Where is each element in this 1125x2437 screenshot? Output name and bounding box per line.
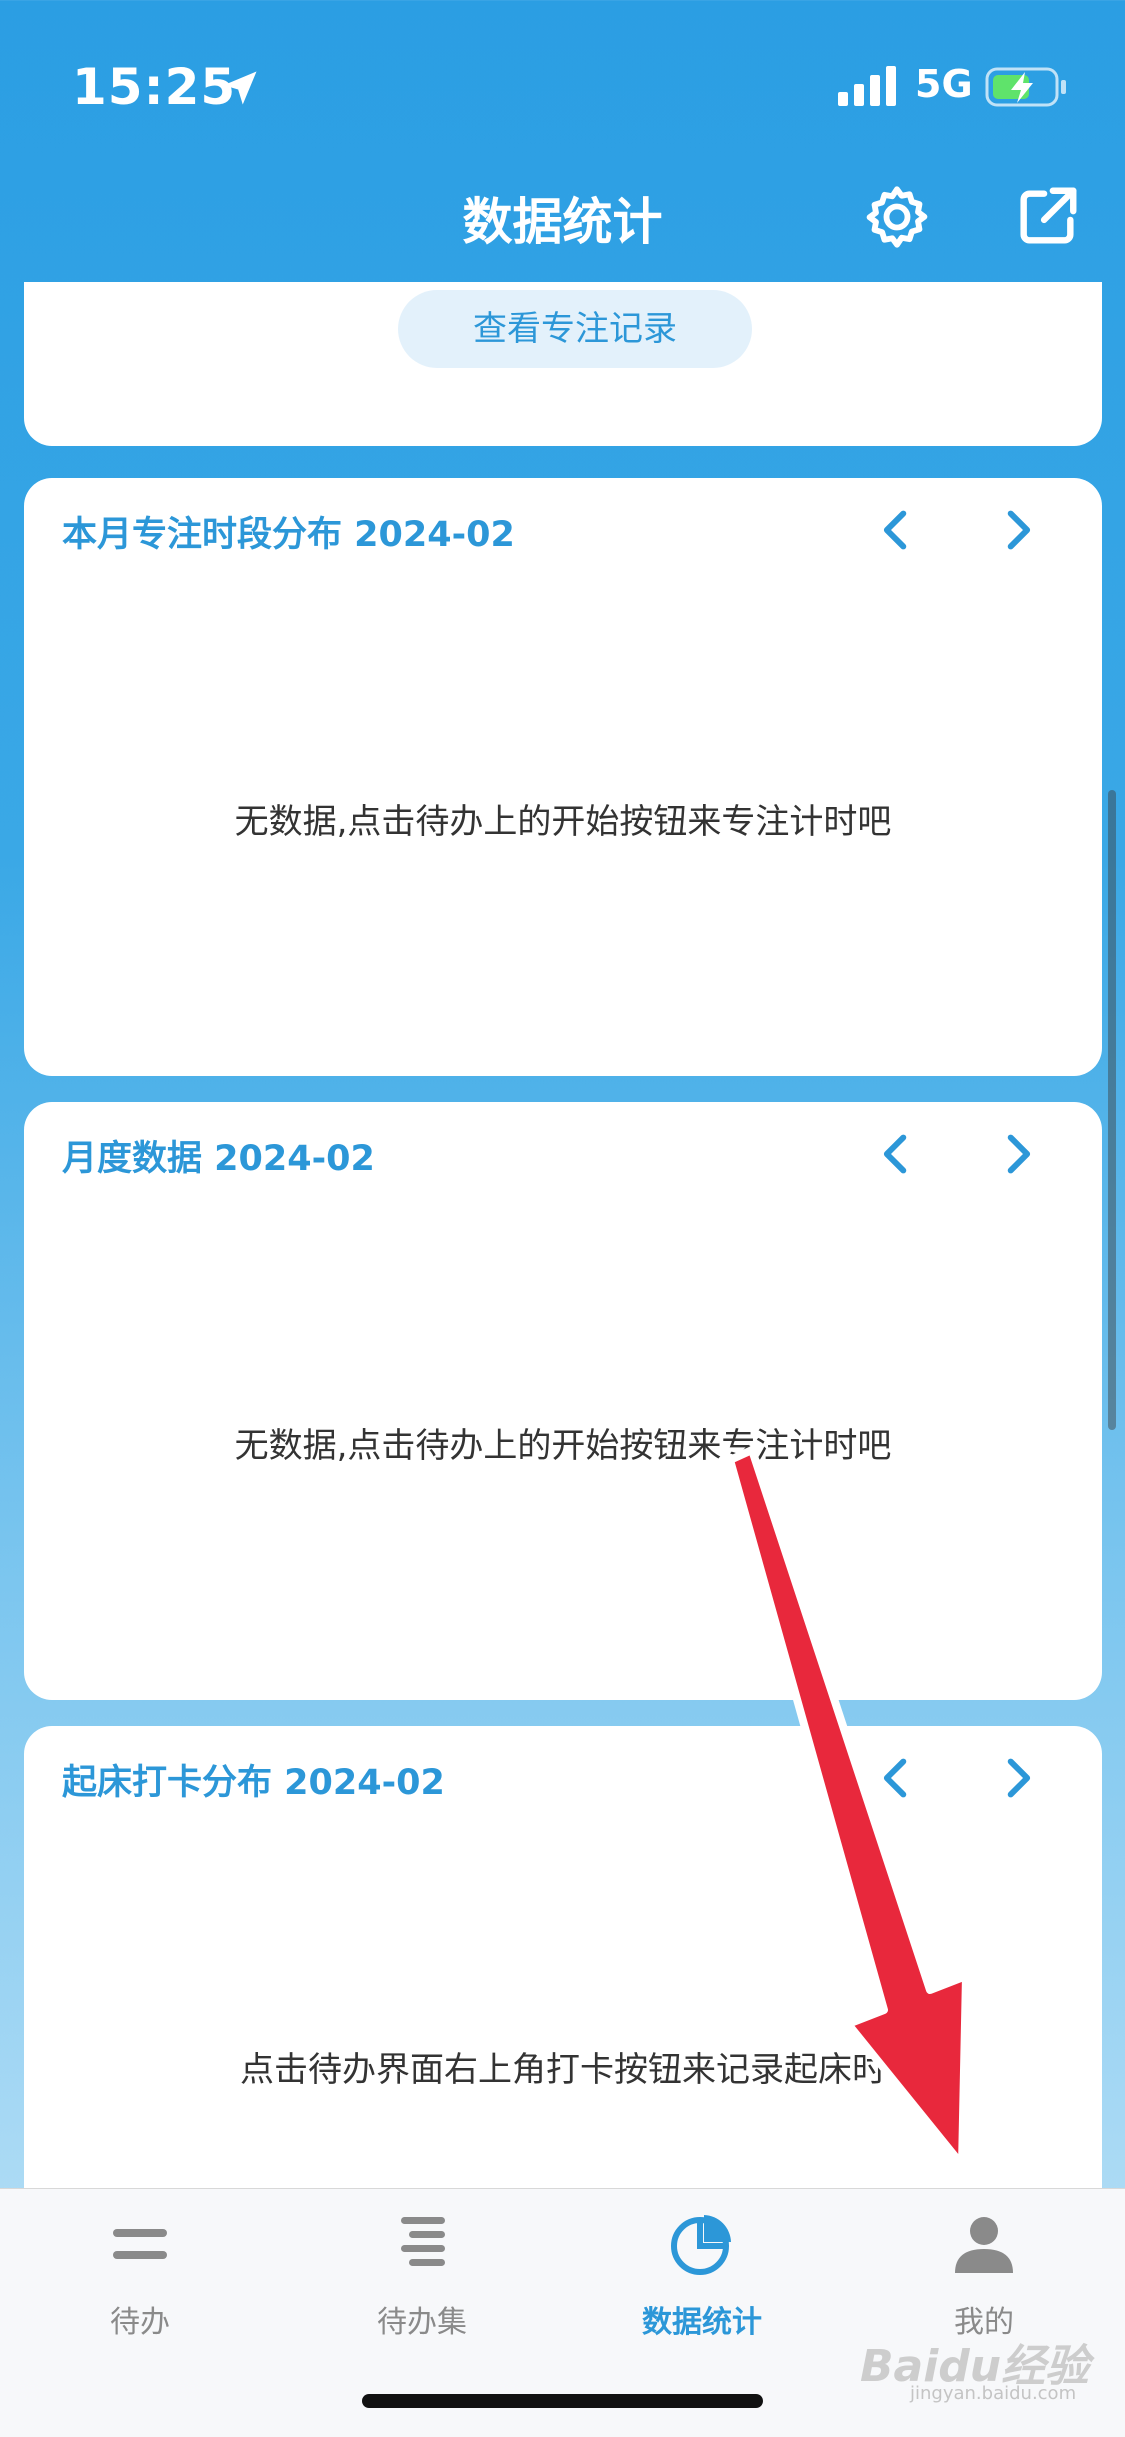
monthly-focus-distribution-card: 本月专注时段分布 2024-02 无数据,点击待办上的开始按钮来专注计时吧	[24, 478, 1102, 1076]
list-collection-icon	[401, 2217, 445, 2266]
tab-label: 待办集	[377, 2305, 467, 2340]
tab-todo[interactable]: 待办	[50, 2209, 230, 2349]
card-title: 起床打卡分布 2024-02	[62, 1763, 445, 1803]
nav-bar: 数据统计	[0, 170, 1125, 282]
tab-label: 数据统计	[642, 2305, 762, 2340]
previous-month-chevron-icon[interactable]	[876, 508, 916, 552]
person-icon	[955, 2217, 1013, 2273]
previous-month-chevron-icon[interactable]	[876, 1132, 916, 1176]
status-time: 15:25	[72, 58, 237, 116]
tab-label: 待办	[110, 2305, 170, 2340]
tab-me[interactable]: 我的	[894, 2209, 1074, 2349]
scrollbar[interactable]	[1108, 790, 1116, 1430]
empty-state-text: 无数据,点击待办上的开始按钮来专注计时吧	[234, 1426, 892, 1466]
next-month-chevron-icon[interactable]	[998, 1756, 1038, 1800]
watermark-url: jingyan.baidu.com	[910, 2383, 1077, 2404]
network-type: 5G	[915, 62, 973, 106]
battery-charging-icon	[985, 67, 1066, 107]
share-export-icon[interactable]	[1012, 182, 1082, 252]
location-arrow-icon	[223, 71, 257, 105]
wake-up-checkin-card: 起床打卡分布 2024-02 点击待办界面右上角打卡按钮来记录起床时	[24, 1726, 1102, 2246]
focus-record-card: 查看专注记录	[24, 282, 1102, 446]
cellular-signal-icon	[838, 66, 896, 106]
page-title: 数据统计	[462, 193, 663, 251]
monthly-data-card: 月度数据 2024-02 无数据,点击待办上的开始按钮来专注计时吧	[24, 1102, 1102, 1700]
pie-chart-icon	[671, 2215, 731, 2275]
previous-month-chevron-icon[interactable]	[876, 1756, 916, 1800]
settings-gear-icon[interactable]	[862, 182, 932, 252]
tab-statistics[interactable]: 数据统计	[612, 2209, 792, 2349]
view-focus-records-button[interactable]: 查看专注记录	[398, 290, 752, 368]
empty-state-text: 无数据,点击待办上的开始按钮来专注计时吧	[234, 802, 892, 842]
home-indicator	[362, 2394, 763, 2408]
next-month-chevron-icon[interactable]	[998, 508, 1038, 552]
tab-todo-collection[interactable]: 待办集	[332, 2209, 512, 2349]
status-bar: 15:25 5G	[0, 0, 1125, 170]
card-title: 本月专注时段分布 2024-02	[62, 515, 515, 555]
card-title: 月度数据 2024-02	[62, 1139, 375, 1179]
next-month-chevron-icon[interactable]	[998, 1132, 1038, 1176]
empty-state-text: 点击待办界面右上角打卡按钮来记录起床时	[240, 2050, 886, 2090]
list-icon	[113, 2229, 167, 2259]
